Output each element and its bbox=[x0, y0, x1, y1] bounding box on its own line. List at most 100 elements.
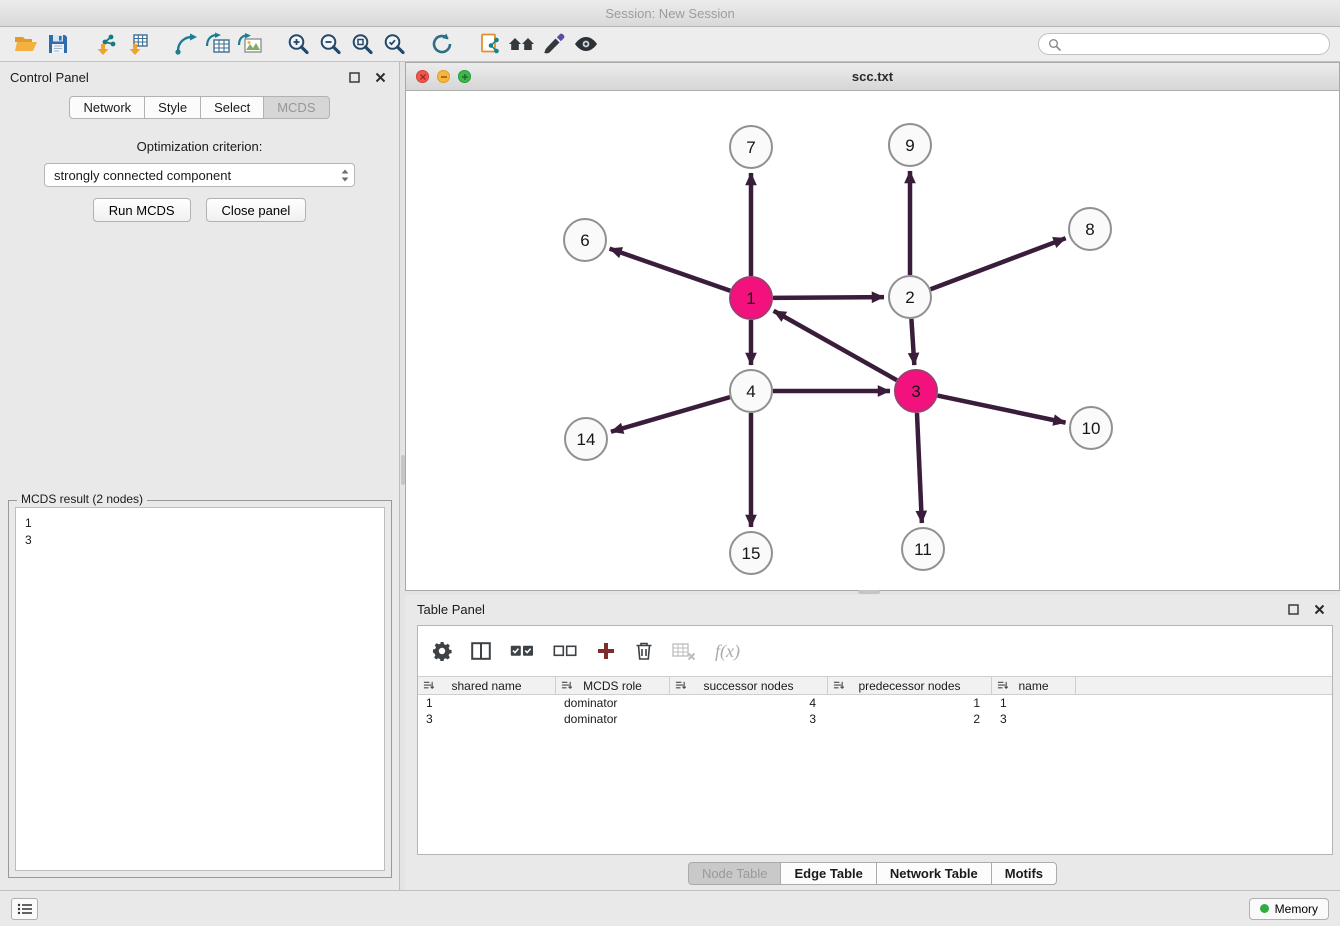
memory-label: Memory bbox=[1275, 902, 1318, 916]
table-row[interactable]: 1dominator411 bbox=[418, 695, 1332, 711]
float-panel-button[interactable] bbox=[345, 68, 363, 86]
network-grid-arrow-icon bbox=[205, 32, 231, 56]
new-network-button[interactable] bbox=[170, 29, 202, 59]
tab-mcds[interactable]: MCDS bbox=[263, 96, 329, 119]
float-table-panel-button[interactable] bbox=[1284, 600, 1302, 618]
tab-network-table[interactable]: Network Table bbox=[876, 862, 992, 885]
window-close-button[interactable] bbox=[416, 70, 429, 83]
criterion-select-value: strongly connected component bbox=[54, 168, 340, 183]
list-icon bbox=[17, 903, 33, 915]
node-8[interactable]: 8 bbox=[1069, 208, 1111, 250]
column-header-MCDS-role[interactable]: MCDS role bbox=[556, 677, 670, 694]
node-7[interactable]: 7 bbox=[730, 126, 772, 168]
node-1[interactable]: 1 bbox=[730, 277, 772, 319]
save-session-button[interactable] bbox=[42, 29, 74, 59]
fx-icon: f(x) bbox=[715, 641, 740, 662]
close-mcds-panel-button[interactable]: Close panel bbox=[206, 198, 307, 222]
column-header-shared-name[interactable]: shared name bbox=[418, 677, 556, 694]
refresh-layout-button[interactable] bbox=[426, 29, 458, 59]
table-row[interactable]: 3dominator323 bbox=[418, 711, 1332, 727]
close-panel-button[interactable] bbox=[371, 68, 389, 86]
column-header-successor-nodes[interactable]: successor nodes bbox=[670, 677, 828, 694]
sort-icon bbox=[423, 680, 434, 691]
window-minimize-button[interactable] bbox=[437, 70, 450, 83]
columns-icon bbox=[471, 642, 491, 660]
node-3[interactable]: 3 bbox=[895, 370, 937, 412]
copy-network-icon bbox=[478, 32, 502, 56]
node-15[interactable]: 15 bbox=[730, 532, 772, 574]
apply-style-button[interactable] bbox=[538, 29, 570, 59]
zoom-selected-button[interactable] bbox=[378, 29, 410, 59]
tab-motifs[interactable]: Motifs bbox=[991, 862, 1057, 885]
import-table-button[interactable] bbox=[122, 29, 154, 59]
mcds-buttons-row: Run MCDS Close panel bbox=[0, 198, 399, 222]
brush-icon bbox=[542, 32, 566, 56]
home-view-button[interactable] bbox=[506, 29, 538, 59]
copy-network-button[interactable] bbox=[474, 29, 506, 59]
column-header-predecessor-nodes[interactable]: predecessor nodes bbox=[828, 677, 992, 694]
node-6[interactable]: 6 bbox=[564, 219, 606, 261]
svg-text:7: 7 bbox=[746, 138, 755, 157]
window-traffic-lights bbox=[416, 70, 471, 83]
criterion-select[interactable]: strongly connected component bbox=[44, 163, 355, 187]
edge-2-8[interactable] bbox=[931, 238, 1066, 289]
show-hide-graphics-button[interactable] bbox=[570, 29, 602, 59]
tab-select[interactable]: Select bbox=[200, 96, 264, 119]
panel-divider-handle[interactable] bbox=[858, 590, 880, 594]
node-11[interactable]: 11 bbox=[902, 528, 944, 570]
clone-network-button[interactable] bbox=[202, 29, 234, 59]
control-panel-tabs: NetworkStyleSelectMCDS bbox=[0, 96, 399, 119]
node-2[interactable]: 2 bbox=[889, 276, 931, 318]
tab-style[interactable]: Style bbox=[144, 96, 201, 119]
search-input[interactable] bbox=[1066, 37, 1320, 51]
control-panel-header: Control Panel bbox=[0, 62, 399, 92]
sort-icon bbox=[997, 680, 1008, 691]
split-panel-button[interactable] bbox=[471, 642, 491, 660]
minimize-icon bbox=[440, 73, 448, 81]
tab-node-table[interactable]: Node Table bbox=[688, 862, 782, 885]
edge-1-2[interactable] bbox=[773, 297, 884, 298]
search-field bbox=[1038, 33, 1330, 55]
zoom-window-icon bbox=[461, 73, 469, 81]
delete-table-button[interactable] bbox=[672, 641, 696, 661]
panel-divider-handle[interactable] bbox=[401, 455, 405, 485]
function-builder-button[interactable]: f(x) bbox=[715, 641, 740, 662]
run-mcds-button[interactable]: Run MCDS bbox=[93, 198, 191, 222]
delete-column-button[interactable] bbox=[635, 641, 653, 661]
window-zoom-button[interactable] bbox=[458, 70, 471, 83]
edge-3-11[interactable] bbox=[917, 413, 922, 523]
node-9[interactable]: 9 bbox=[889, 124, 931, 166]
export-image-button[interactable] bbox=[234, 29, 266, 59]
edge-1-6[interactable] bbox=[610, 249, 731, 291]
select-all-button[interactable] bbox=[510, 644, 534, 658]
import-network-button[interactable] bbox=[90, 29, 122, 59]
node-10[interactable]: 10 bbox=[1070, 407, 1112, 449]
deselect-all-button[interactable] bbox=[553, 644, 577, 658]
memory-button[interactable]: Memory bbox=[1249, 898, 1329, 920]
edge-2-3[interactable] bbox=[911, 319, 914, 365]
edge-3-10[interactable] bbox=[938, 396, 1066, 423]
trash-icon bbox=[635, 641, 653, 661]
task-history-button[interactable] bbox=[11, 898, 38, 920]
plus-icon bbox=[596, 641, 616, 661]
open-session-button[interactable] bbox=[10, 29, 42, 59]
zoom-in-button[interactable] bbox=[282, 29, 314, 59]
edge-3-1[interactable] bbox=[774, 311, 897, 380]
node-14[interactable]: 14 bbox=[565, 418, 607, 460]
tab-edge-table[interactable]: Edge Table bbox=[780, 862, 876, 885]
main-toolbar bbox=[0, 27, 1340, 62]
memory-status-dot bbox=[1260, 904, 1269, 913]
tab-network[interactable]: Network bbox=[69, 96, 145, 119]
sort-icon bbox=[675, 680, 686, 691]
network-canvas[interactable]: 7 9 6 8 1 2 4 3 14 10 15 11 bbox=[406, 91, 1339, 590]
table-rows: 1dominator4113dominator323 bbox=[418, 695, 1332, 727]
optimization-criterion-label: Optimization criterion: bbox=[0, 139, 399, 154]
close-table-panel-button[interactable] bbox=[1310, 600, 1328, 618]
node-4[interactable]: 4 bbox=[730, 370, 772, 412]
zoom-fit-button[interactable] bbox=[346, 29, 378, 59]
column-header-name[interactable]: name bbox=[992, 677, 1076, 694]
table-settings-button[interactable] bbox=[432, 641, 452, 661]
add-column-button[interactable] bbox=[596, 641, 616, 661]
zoom-out-button[interactable] bbox=[314, 29, 346, 59]
edge-4-14[interactable] bbox=[611, 397, 730, 432]
